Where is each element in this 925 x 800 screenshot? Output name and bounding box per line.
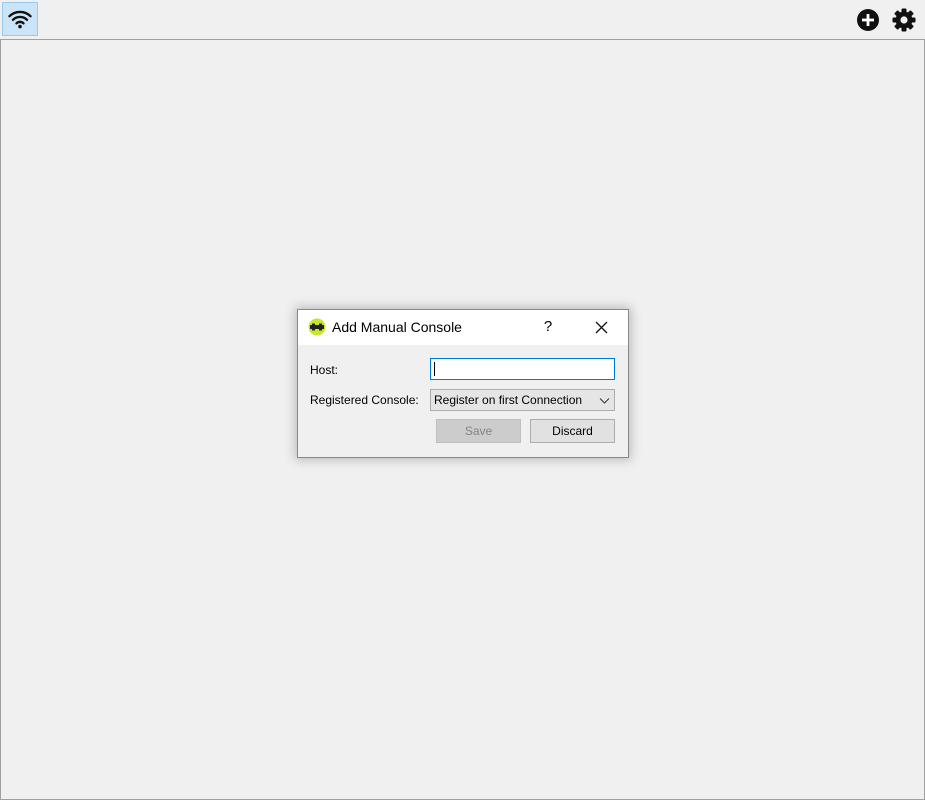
save-button[interactable]: Save bbox=[436, 419, 521, 443]
close-button[interactable] bbox=[586, 316, 616, 338]
dialog-titlebar[interactable]: Add Manual Console ? bbox=[298, 310, 628, 345]
close-icon bbox=[595, 321, 607, 333]
help-button[interactable]: ? bbox=[535, 316, 561, 338]
host-label: Host: bbox=[310, 363, 339, 377]
host-input[interactable] bbox=[430, 358, 615, 380]
dialog-title: Add Manual Console bbox=[332, 319, 462, 335]
registered-console-select[interactable]: Register on first Connection bbox=[430, 389, 615, 411]
chevron-down-icon bbox=[599, 398, 610, 404]
gear-icon bbox=[892, 8, 916, 32]
plus-circle-icon bbox=[857, 9, 879, 31]
registered-console-label: Registered Console: bbox=[310, 393, 419, 407]
app-logo-icon bbox=[308, 318, 326, 336]
text-cursor bbox=[434, 362, 435, 376]
add-console-button[interactable] bbox=[855, 7, 881, 33]
add-manual-console-dialog: Add Manual Console ? Host: Registered Co… bbox=[297, 309, 629, 458]
app-window: Add Manual Console ? Host: Registered Co… bbox=[0, 0, 925, 800]
settings-button[interactable] bbox=[891, 7, 917, 33]
toolbar bbox=[0, 0, 925, 39]
wifi-toggle-button[interactable] bbox=[2, 2, 38, 36]
discard-button[interactable]: Discard bbox=[530, 419, 615, 443]
wifi-icon bbox=[8, 10, 32, 29]
registered-console-value: Register on first Connection bbox=[434, 393, 583, 407]
